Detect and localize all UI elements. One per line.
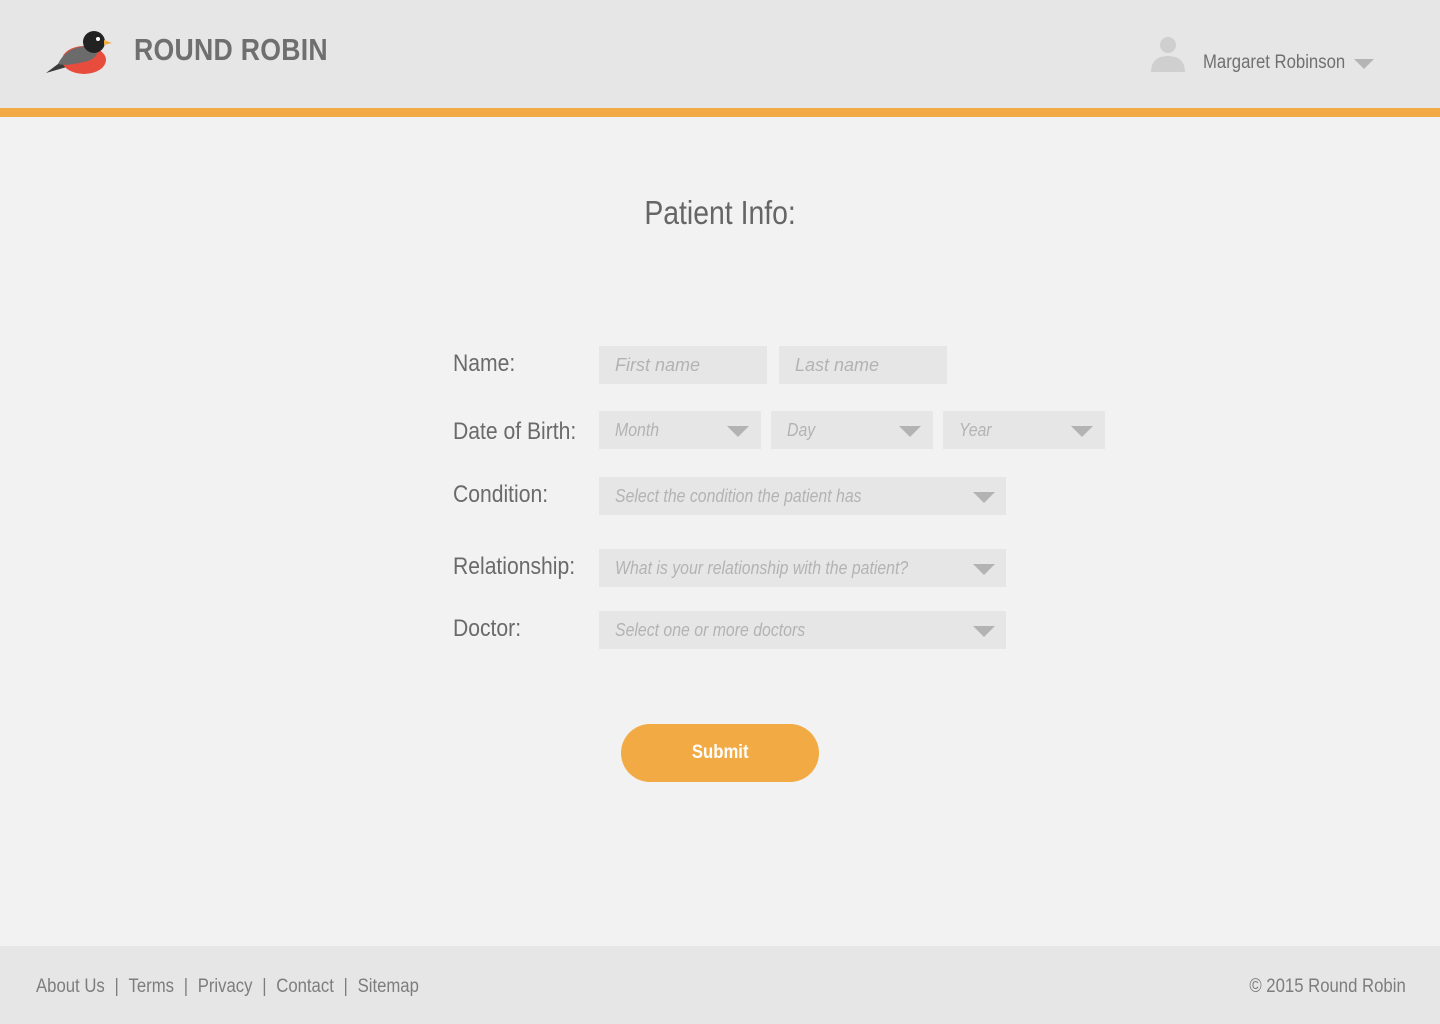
footer-separator: | [114,976,119,997]
last-name-input[interactable] [779,346,947,384]
footer-link-sitemap[interactable]: Sitemap [358,976,419,997]
footer-separator: | [262,976,267,997]
submit-button[interactable]: Submit [621,724,819,782]
robin-bird-icon[interactable] [44,28,112,78]
app-header: ROUND ROBIN Margaret Robinson [0,0,1440,108]
name-label: Name: [453,350,516,377]
chevron-down-icon [973,492,995,503]
doctor-label: Doctor: [453,615,522,642]
dob-month-select[interactable]: Month [599,411,761,449]
user-name: Margaret Robinson [1203,52,1346,73]
dob-label: Date of Birth: [453,418,577,445]
user-menu[interactable]: Margaret Robinson [1148,34,1380,78]
footer-link-terms[interactable]: Terms [128,976,174,997]
dob-day-value: Day [787,420,816,440]
app-title: ROUND ROBIN [134,32,328,67]
chevron-down-icon [899,426,921,437]
footer-link-contact[interactable]: Contact [276,976,334,997]
copyright-text: © 2015 Round Robin [1249,976,1406,997]
relationship-select[interactable]: What is your relationship with the patie… [599,549,1006,587]
dob-day-select[interactable]: Day [771,411,933,449]
first-name-input[interactable] [599,346,767,384]
page-title: Patient Info: [644,194,796,231]
chevron-down-icon [973,564,995,575]
footer-link-privacy[interactable]: Privacy [198,976,253,997]
footer-link-about-us[interactable]: About Us [36,976,105,997]
doctor-select[interactable]: Select one or more doctors [599,611,1006,649]
chevron-down-icon [727,426,749,437]
condition-placeholder: Select the condition the patient has [615,486,862,506]
footer-separator: | [183,976,189,997]
condition-select[interactable]: Select the condition the patient has [599,477,1006,515]
footer-links: About Us | Terms | Privacy | Contact | Sitemap [36,976,419,998]
relationship-placeholder: What is your relationship with the patie… [615,558,909,578]
chevron-down-icon [973,626,995,637]
footer-separator: | [343,976,348,997]
doctor-placeholder: Select one or more doctors [615,620,806,640]
user-silhouette-icon [1151,37,1185,72]
chevron-down-icon [1071,426,1093,437]
chevron-down-icon[interactable] [1354,59,1374,69]
relationship-label: Relationship: [453,553,576,580]
condition-label: Condition: [453,481,549,508]
dob-year-value: Year [959,420,992,440]
app-footer: About Us | Terms | Privacy | Contact | Sitemap ©… [0,946,1440,1024]
dob-year-select[interactable]: Year [943,411,1105,449]
header-accent-stripe [0,108,1440,117]
dob-month-value: Month [615,420,660,440]
